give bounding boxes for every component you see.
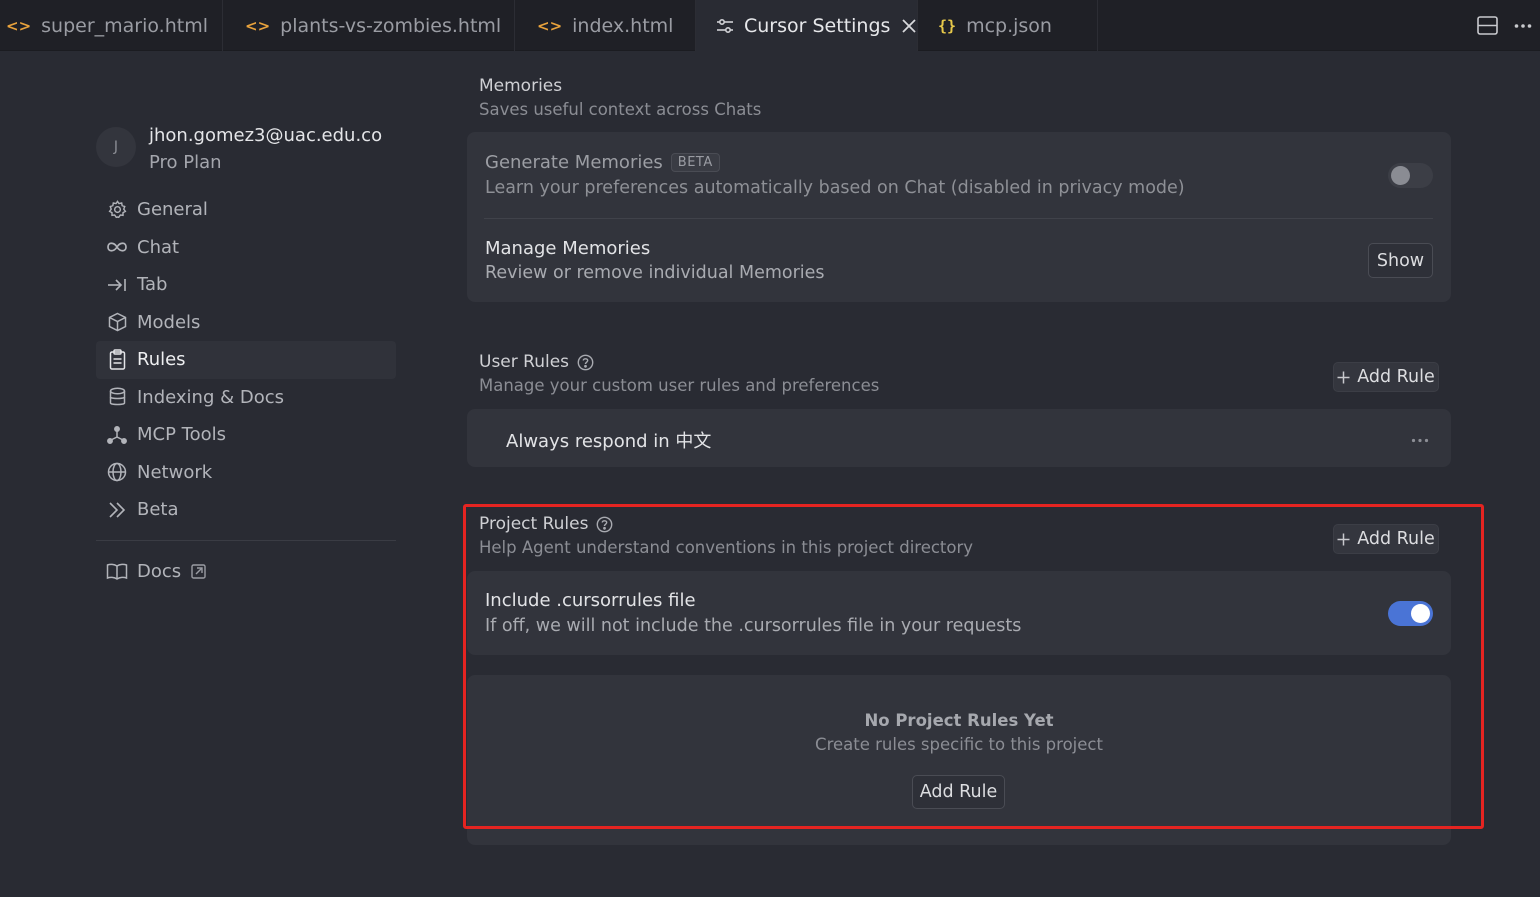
generate-memories-label: Generate Memories bbox=[485, 152, 663, 173]
gear-icon bbox=[106, 199, 128, 221]
sidebar-item-label: Rules bbox=[137, 349, 186, 371]
user-profile: J jhon.gomez3@uac.edu.co Pro Plan bbox=[96, 125, 382, 174]
sidebar-item-models[interactable]: Models bbox=[96, 304, 396, 342]
user-rules-section-title: User Rules bbox=[479, 352, 594, 372]
highlight-box bbox=[463, 504, 1484, 829]
book-icon bbox=[106, 561, 128, 583]
add-user-rule-button[interactable]: Add Rule bbox=[1333, 362, 1439, 392]
memories-section-title: Memories bbox=[479, 76, 563, 96]
user-rule-text: Always respond in 中文 bbox=[506, 431, 712, 452]
html-icon: <> bbox=[245, 16, 271, 35]
external-link-icon bbox=[191, 564, 206, 579]
sidebar-item-network[interactable]: Network bbox=[96, 454, 396, 492]
sidebar-item-label: MCP Tools bbox=[137, 424, 227, 446]
settings-nav: General Chat Tab Models Rules Indexing &… bbox=[96, 191, 396, 529]
generate-memories-title: Generate Memories BETA bbox=[485, 152, 720, 173]
tab-label: index.html bbox=[572, 14, 674, 37]
sidebar-divider bbox=[96, 540, 396, 541]
show-memories-button[interactable]: Show bbox=[1368, 243, 1433, 278]
cube-icon bbox=[106, 311, 128, 333]
settings-sliders-icon bbox=[716, 18, 734, 34]
tab-bar-actions bbox=[1477, 0, 1540, 51]
generate-memories-desc: Learn your preferences automatically bas… bbox=[485, 178, 1185, 198]
html-icon: <> bbox=[6, 16, 32, 35]
user-plan: Pro Plan bbox=[149, 152, 222, 173]
sidebar-item-tab[interactable]: Tab bbox=[96, 266, 396, 304]
sidebar-item-label: Network bbox=[137, 461, 213, 483]
more-actions-icon[interactable] bbox=[1514, 23, 1532, 29]
sidebar-item-label: Chat bbox=[137, 236, 180, 258]
help-icon[interactable] bbox=[577, 354, 594, 371]
sidebar-item-label: General bbox=[137, 199, 208, 221]
toggle-knob bbox=[1391, 166, 1410, 185]
tab-label: super_mario.html bbox=[41, 14, 208, 37]
tab-plants-vs-zombies[interactable]: <> plants-vs-zombies.html bbox=[223, 0, 515, 51]
double-chevron-right-icon bbox=[106, 499, 128, 521]
row-divider bbox=[484, 218, 1433, 219]
sidebar-item-docs[interactable]: Docs bbox=[96, 553, 396, 591]
user-rules-section-subtitle: Manage your custom user rules and prefer… bbox=[479, 376, 880, 395]
sidebar-item-chat[interactable]: Chat bbox=[96, 229, 396, 267]
sidebar-item-label: Beta bbox=[137, 499, 179, 521]
sidebar-item-rules[interactable]: Rules bbox=[96, 341, 396, 379]
memories-section-subtitle: Saves useful context across Chats bbox=[479, 100, 762, 119]
tab-cursor-settings[interactable]: Cursor Settings bbox=[696, 0, 918, 51]
tab-label: mcp.json bbox=[966, 14, 1052, 37]
sidebar-item-beta[interactable]: Beta bbox=[96, 491, 396, 529]
manage-memories-desc: Review or remove individual Memories bbox=[485, 263, 825, 283]
avatar: J bbox=[96, 127, 136, 167]
arrow-right-bar-icon bbox=[106, 274, 128, 296]
sidebar-item-label: Indexing & Docs bbox=[137, 386, 285, 408]
sidebar-item-label: Tab bbox=[137, 274, 168, 296]
tab-index[interactable]: <> index.html bbox=[515, 0, 696, 51]
clipboard-icon bbox=[106, 349, 128, 371]
sidebar-item-indexing-docs[interactable]: Indexing & Docs bbox=[96, 379, 396, 417]
generate-memories-toggle[interactable] bbox=[1388, 163, 1433, 188]
beta-badge: BETA bbox=[670, 153, 720, 172]
tab-mcp-json[interactable]: {} mcp.json bbox=[918, 0, 1098, 51]
split-editor-icon[interactable] bbox=[1477, 16, 1498, 35]
plus-icon bbox=[1337, 371, 1350, 384]
close-icon[interactable] bbox=[902, 18, 917, 33]
network-nodes-icon bbox=[106, 424, 128, 446]
json-icon: {} bbox=[938, 16, 957, 35]
globe-icon bbox=[106, 461, 128, 483]
database-icon bbox=[106, 386, 128, 408]
more-options-icon[interactable] bbox=[1411, 428, 1429, 448]
user-rules-label: User Rules bbox=[479, 352, 570, 372]
tab-label: plants-vs-zombies.html bbox=[280, 14, 502, 37]
editor-tab-bar: <> super_mario.html <> plants-vs-zombies… bbox=[0, 0, 1540, 51]
user-email: jhon.gomez3@uac.edu.co bbox=[149, 125, 383, 146]
manage-memories-title: Manage Memories bbox=[485, 238, 651, 259]
html-icon: <> bbox=[537, 16, 563, 35]
sidebar-item-general[interactable]: General bbox=[96, 191, 396, 229]
tab-label: Cursor Settings bbox=[744, 14, 891, 37]
infinity-icon bbox=[106, 236, 128, 258]
sidebar-item-label: Models bbox=[137, 311, 201, 333]
add-rule-label: Add Rule bbox=[1357, 367, 1435, 387]
tab-super-mario[interactable]: <> super_mario.html bbox=[0, 0, 223, 51]
sidebar-item-label: Docs bbox=[137, 561, 182, 583]
sidebar-item-mcp-tools[interactable]: MCP Tools bbox=[96, 416, 396, 454]
